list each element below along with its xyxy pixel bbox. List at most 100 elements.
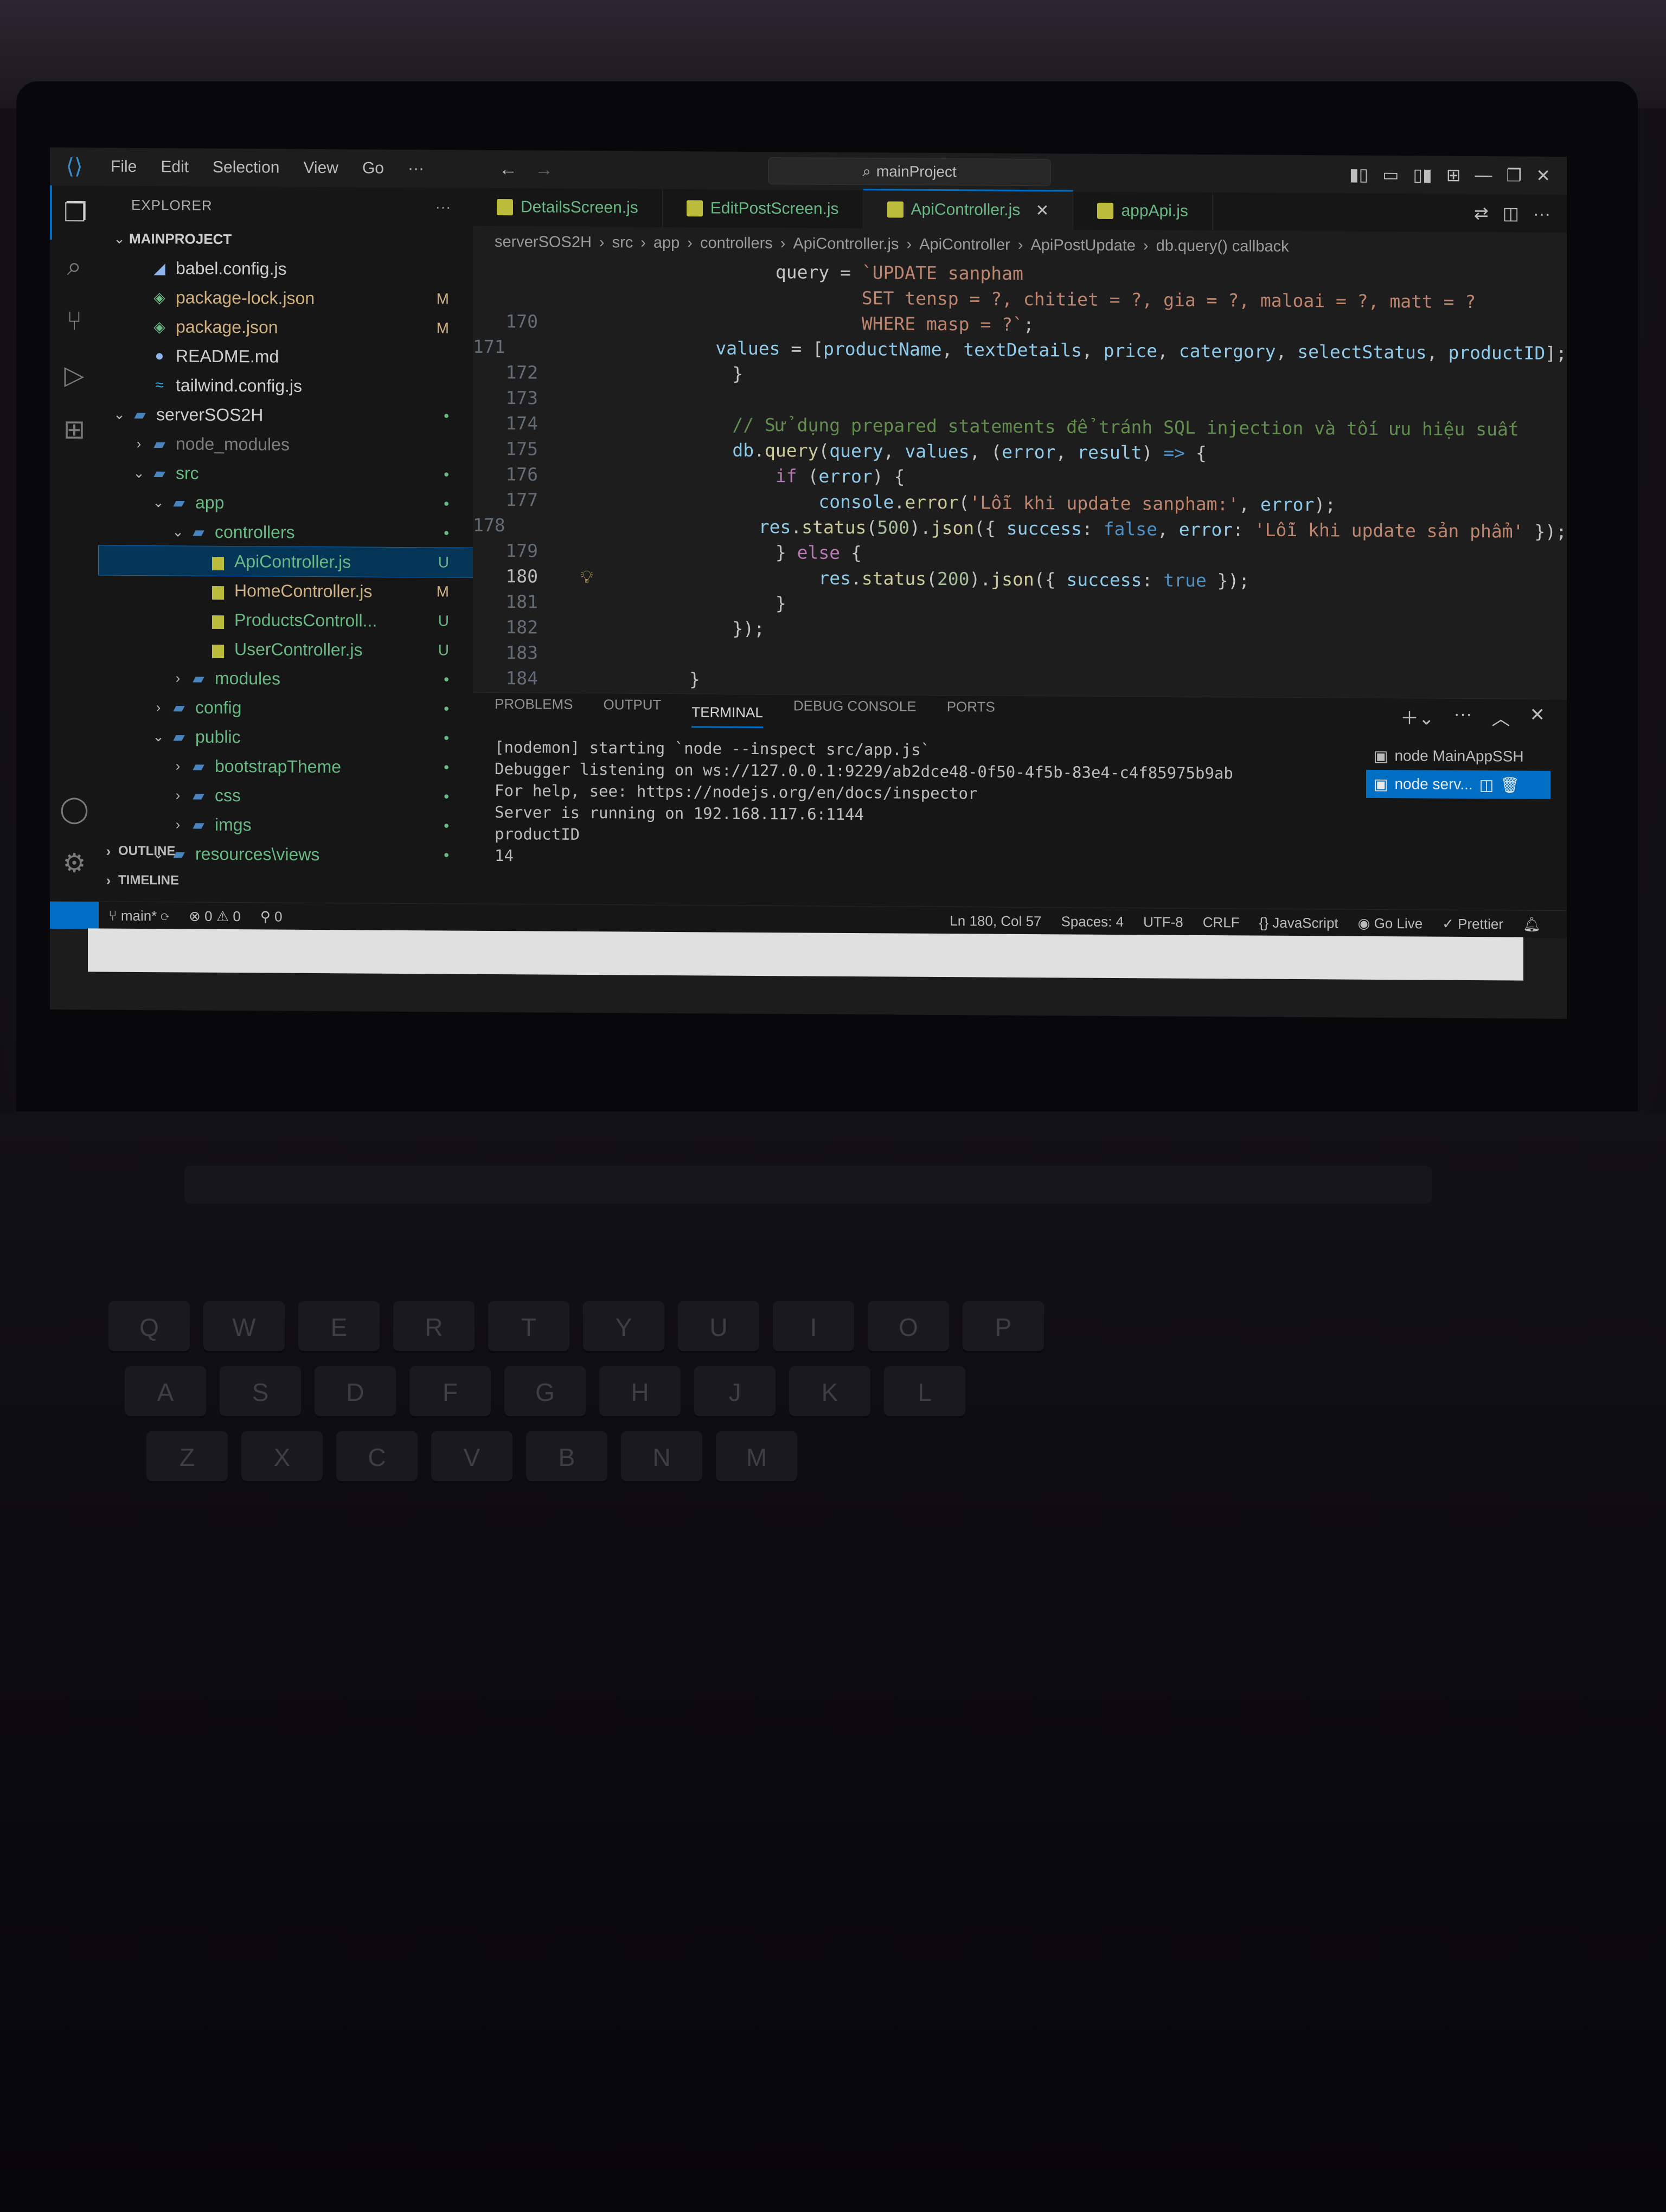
breadcrumb-item[interactable]: ApiController.js xyxy=(793,235,899,253)
breadcrumb-item[interactable]: ApiController xyxy=(919,235,1010,254)
run-debug-icon[interactable]: ▷ xyxy=(50,348,99,403)
forward-arrow-icon[interactable]: → xyxy=(526,159,562,180)
tree-item[interactable]: ⌄ ▰ src • xyxy=(99,458,473,490)
editor-tab[interactable]: DetailsScreen.js xyxy=(473,188,663,227)
notifications-bell-icon[interactable]: 🔔︎ xyxy=(1513,916,1550,933)
line-ending[interactable]: CRLF xyxy=(1193,914,1250,931)
tree-item[interactable]: ◢ babel.config.js xyxy=(99,253,473,285)
panel-tab[interactable]: DEBUG CONSOLE xyxy=(793,697,917,729)
tree-item[interactable]: ⌄ ▰ app • xyxy=(99,487,473,519)
tree-item[interactable]: ≈ tailwind.config.js xyxy=(99,370,473,402)
cursor-position[interactable]: Ln 180, Col 57 xyxy=(940,912,1051,930)
tree-item[interactable]: ▆ UserController.js U xyxy=(99,634,473,665)
more-actions-icon[interactable]: ··· xyxy=(1533,203,1550,223)
close-panel-icon[interactable]: ✕ xyxy=(1530,704,1546,730)
go-live-button[interactable]: ◉ Go Live xyxy=(1348,915,1433,932)
source-control-icon[interactable]: ⑂ xyxy=(50,294,99,349)
editor-tab[interactable]: EditPostScreen.js xyxy=(662,189,863,229)
encoding[interactable]: UTF-8 xyxy=(1133,914,1193,931)
kill-terminal-icon[interactable]: 🗑︎ xyxy=(1500,776,1520,794)
tree-item[interactable]: ▆ HomeController.js M xyxy=(99,575,473,607)
remote-indicator-icon[interactable] xyxy=(50,902,99,929)
toggle-primary-sidebar-icon[interactable]: ▮▯ xyxy=(1349,164,1368,185)
customize-layout-icon[interactable]: ⊞ xyxy=(1446,165,1461,185)
command-center-search[interactable]: ⌕ mainProject xyxy=(767,157,1051,187)
problems-indicator[interactable]: ⊗ 0 ⚠ 0 xyxy=(179,908,251,925)
branch-indicator[interactable]: ⑂ main* ⟳ xyxy=(99,907,179,924)
toggle-secondary-sidebar-icon[interactable]: ▯▮ xyxy=(1413,164,1432,185)
menu-item-2[interactable]: Selection xyxy=(201,158,291,177)
panel-tab[interactable]: TERMINAL xyxy=(691,703,763,728)
menu-item-4[interactable]: Go xyxy=(350,159,396,178)
close-tab-icon[interactable]: ✕ xyxy=(1035,201,1049,220)
breadcrumb-item[interactable]: controllers xyxy=(700,234,773,253)
tree-item[interactable]: ◈ package-lock.json M xyxy=(99,282,473,314)
editor-tab[interactable]: ApiController.js ✕ xyxy=(863,189,1074,230)
panel-tab[interactable]: OUTPUT xyxy=(604,696,662,728)
tree-item[interactable]: › ▰ modules • xyxy=(99,663,473,695)
code-token: , xyxy=(883,440,905,462)
back-arrow-icon[interactable]: ← xyxy=(490,158,526,179)
tree-item[interactable]: › ▰ bootstrapTheme • xyxy=(99,751,473,782)
tree-item[interactable]: ⌄ ▰ controllers • xyxy=(99,517,473,548)
code-token: true xyxy=(1163,569,1207,591)
close-icon[interactable]: ✕ xyxy=(1536,165,1550,186)
breadcrumb-item[interactable]: db.query() callback xyxy=(1156,237,1289,255)
tree-item[interactable]: ⌄ MAINPROJECT xyxy=(99,224,473,255)
compare-changes-icon[interactable]: ⇄ xyxy=(1474,203,1489,223)
panel-tab[interactable]: PORTS xyxy=(947,698,995,730)
editor-tab[interactable]: appApi.js xyxy=(1073,191,1213,231)
code-token: console xyxy=(603,490,894,513)
ports-indicator[interactable]: ⚲ 0 xyxy=(251,908,292,925)
panel-tab[interactable]: PROBLEMS xyxy=(495,696,573,727)
breadcrumb-item[interactable]: app xyxy=(653,234,680,252)
tree-item[interactable]: › ▰ node_modules xyxy=(99,429,473,460)
terminal-instance[interactable]: ▣ node serv... ◫ 🗑︎ xyxy=(1366,769,1550,799)
split-editor-icon[interactable]: ◫ xyxy=(1503,203,1519,223)
breadcrumb-item[interactable]: serverSOS2H xyxy=(495,233,592,252)
toggle-panel-icon[interactable]: ▭ xyxy=(1382,164,1399,185)
terminal-instance[interactable]: ▣ node MainAppSSH xyxy=(1366,742,1550,771)
tree-item[interactable]: › ▰ imgs • xyxy=(99,809,473,841)
split-terminal-icon[interactable]: ◫ xyxy=(1479,776,1494,794)
extensions-icon[interactable]: ⊞ xyxy=(50,402,99,457)
menu-item-5[interactable]: ··· xyxy=(396,159,436,178)
maximize-panel-icon[interactable]: ︿ xyxy=(1492,704,1510,730)
language-mode[interactable]: {} JavaScript xyxy=(1250,914,1348,931)
indentation[interactable]: Spaces: 4 xyxy=(1051,913,1133,930)
code-token: ) { xyxy=(872,466,905,487)
menu-item-3[interactable]: View xyxy=(291,159,350,178)
tree-item[interactable]: › ▰ config • xyxy=(99,692,473,724)
outline-section[interactable]: › OUTLINE xyxy=(99,837,176,866)
menu-item-0[interactable]: File xyxy=(99,158,149,177)
tree-item[interactable]: ⌄ ▰ public • xyxy=(99,722,473,753)
more-actions-icon[interactable]: ··· xyxy=(1454,703,1472,730)
tree-item[interactable]: ⌄ ▰ serverSOS2H • xyxy=(99,400,473,431)
breadcrumb-item[interactable]: ApiPostUpdate xyxy=(1030,236,1135,255)
menu-item-1[interactable]: Edit xyxy=(149,158,201,177)
restore-icon[interactable]: ❐ xyxy=(1507,165,1522,185)
terminal-output[interactable]: [nodemon] starting `node --inspect src/a… xyxy=(495,736,1335,871)
code-editor[interactable]: query = `UPDATE sanpham SET tensp = ?, c… xyxy=(473,258,1567,725)
tree-item[interactable]: ● README.md xyxy=(99,341,473,372)
files-icon[interactable]: ❐ xyxy=(50,185,99,240)
explorer-more-actions[interactable]: ··· xyxy=(435,198,451,215)
tree-item[interactable]: › ▰ css • xyxy=(99,780,473,812)
timeline-section[interactable]: › TIMELINE xyxy=(99,866,179,896)
tree-item-label: package.json xyxy=(176,316,278,337)
breadcrumb-item[interactable]: src xyxy=(612,234,633,252)
new-terminal-icon[interactable]: ＋⌄ xyxy=(1400,703,1434,730)
line-number: 171 xyxy=(473,336,505,358)
tree-item-label: src xyxy=(176,462,199,483)
minimize-icon[interactable]: — xyxy=(1475,165,1492,185)
search-icon[interactable]: ⌕ xyxy=(50,240,99,294)
account-icon[interactable]: ◯ xyxy=(50,782,99,837)
lightbulb-icon[interactable]: 💡︎ xyxy=(571,565,603,587)
settings-gear-icon[interactable]: ⚙ xyxy=(50,836,99,891)
tree-item[interactable]: ◈ package.json M xyxy=(99,312,473,343)
tree-item[interactable]: ▆ ApiController.js U xyxy=(98,545,473,578)
tailwind-icon: ≈ xyxy=(155,376,164,394)
menu-bar: File Edit Selection View Go ··· xyxy=(99,158,436,178)
tree-item[interactable]: ▆ ProductsControll... U xyxy=(99,605,473,636)
prettier-status[interactable]: ✓ Prettier xyxy=(1432,915,1513,933)
